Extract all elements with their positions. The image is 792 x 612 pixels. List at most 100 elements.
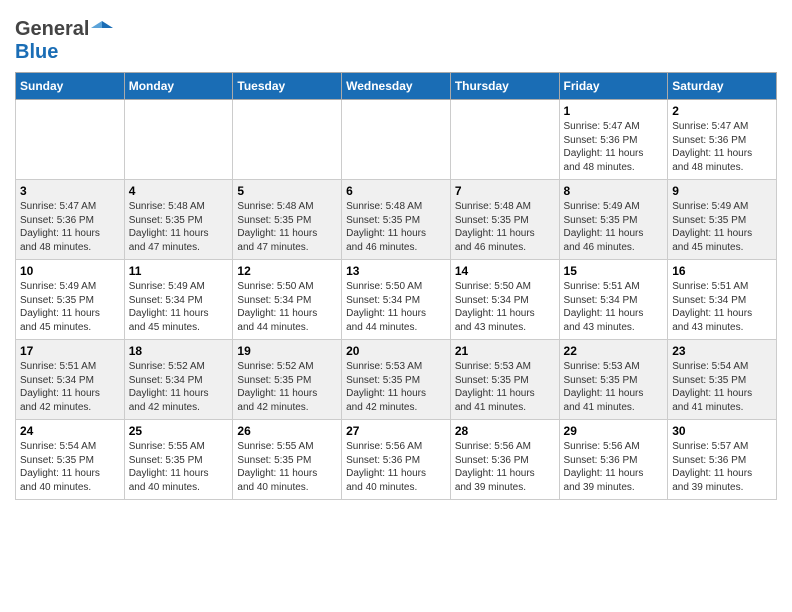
day-number: 14 xyxy=(455,264,555,278)
calendar-week-row: 1 Sunrise: 5:47 AM Sunset: 5:36 PM Daylig… xyxy=(16,100,777,180)
day-number: 27 xyxy=(346,424,446,438)
day-number: 22 xyxy=(564,344,664,358)
calendar-cell: 2 Sunrise: 5:47 AM Sunset: 5:36 PM Daylig… xyxy=(668,100,777,180)
calendar-cell: 6 Sunrise: 5:48 AM Sunset: 5:35 PM Daylig… xyxy=(342,180,451,260)
day-number: 24 xyxy=(20,424,120,438)
day-number: 9 xyxy=(672,184,772,198)
day-number: 17 xyxy=(20,344,120,358)
calendar-cell: 16 Sunrise: 5:51 AM Sunset: 5:34 PM Dayli… xyxy=(668,260,777,340)
day-number: 3 xyxy=(20,184,120,198)
calendar-week-row: 24 Sunrise: 5:54 AM Sunset: 5:35 PM Dayli… xyxy=(16,420,777,500)
calendar-cell: 27 Sunrise: 5:56 AM Sunset: 5:36 PM Dayli… xyxy=(342,420,451,500)
calendar-cell: 9 Sunrise: 5:49 AM Sunset: 5:35 PM Daylig… xyxy=(668,180,777,260)
day-number: 28 xyxy=(455,424,555,438)
weekday-header: Wednesday xyxy=(342,73,451,100)
weekday-header: Sunday xyxy=(16,73,125,100)
day-detail: Sunrise: 5:55 AM Sunset: 5:35 PM Dayligh… xyxy=(237,440,337,494)
day-number: 2 xyxy=(672,104,772,118)
day-detail: Sunrise: 5:54 AM Sunset: 5:35 PM Dayligh… xyxy=(20,440,120,494)
logo-bird-icon xyxy=(91,18,113,40)
logo-blue-text: Blue xyxy=(15,41,58,63)
day-detail: Sunrise: 5:47 AM Sunset: 5:36 PM Dayligh… xyxy=(564,120,664,174)
day-number: 5 xyxy=(237,184,337,198)
calendar-cell xyxy=(233,100,342,180)
calendar-cell: 8Sunrise: 5:49 AM Sunset: 5:35 PM Daylig… xyxy=(559,180,668,260)
calendar-cell: 13 Sunrise: 5:50 AM Sunset: 5:34 PM Dayli… xyxy=(342,260,451,340)
day-number: 6 xyxy=(346,184,446,198)
day-detail: Sunrise: 5:56 AM Sunset: 5:36 PM Dayligh… xyxy=(455,440,555,494)
day-detail: Sunrise: 5:55 AM Sunset: 5:35 PM Dayligh… xyxy=(129,440,229,494)
day-number: 13 xyxy=(346,264,446,278)
day-detail: Sunrise: 5:53 AM Sunset: 5:35 PM Dayligh… xyxy=(455,360,555,414)
calendar-cell: 7 Sunrise: 5:48 AM Sunset: 5:35 PM Daylig… xyxy=(450,180,559,260)
day-detail: Sunrise: 5:49 AM Sunset: 5:35 PM Dayligh… xyxy=(564,200,664,254)
day-number: 15 xyxy=(564,264,664,278)
calendar-cell: 3 Sunrise: 5:47 AM Sunset: 5:36 PM Daylig… xyxy=(16,180,125,260)
day-detail: Sunrise: 5:49 AM Sunset: 5:35 PM Dayligh… xyxy=(20,280,120,334)
calendar-table: SundayMondayTuesdayWednesdayThursdayFrid… xyxy=(15,72,777,500)
day-detail: Sunrise: 5:51 AM Sunset: 5:34 PM Dayligh… xyxy=(564,280,664,334)
day-number: 7 xyxy=(455,184,555,198)
calendar-week-row: 3 Sunrise: 5:47 AM Sunset: 5:36 PM Daylig… xyxy=(16,180,777,260)
day-detail: Sunrise: 5:56 AM Sunset: 5:36 PM Dayligh… xyxy=(564,440,664,494)
day-number: 12 xyxy=(237,264,337,278)
calendar-cell xyxy=(450,100,559,180)
day-number: 29 xyxy=(564,424,664,438)
day-detail: Sunrise: 5:47 AM Sunset: 5:36 PM Dayligh… xyxy=(20,200,120,254)
day-number: 10 xyxy=(20,264,120,278)
day-detail: Sunrise: 5:49 AM Sunset: 5:35 PM Dayligh… xyxy=(672,200,772,254)
day-detail: Sunrise: 5:53 AM Sunset: 5:35 PM Dayligh… xyxy=(564,360,664,414)
calendar-cell: 12 Sunrise: 5:50 AM Sunset: 5:34 PM Dayli… xyxy=(233,260,342,340)
weekday-header: Monday xyxy=(124,73,233,100)
weekday-header: Friday xyxy=(559,73,668,100)
day-detail: Sunrise: 5:52 AM Sunset: 5:34 PM Dayligh… xyxy=(129,360,229,414)
day-detail: Sunrise: 5:52 AM Sunset: 5:35 PM Dayligh… xyxy=(237,360,337,414)
day-number: 11 xyxy=(129,264,229,278)
logo-general-text: General xyxy=(15,18,89,41)
day-number: 25 xyxy=(129,424,229,438)
weekday-header: Tuesday xyxy=(233,73,342,100)
calendar-cell: 17 Sunrise: 5:51 AM Sunset: 5:34 PM Dayli… xyxy=(16,340,125,420)
calendar-cell: 19 Sunrise: 5:52 AM Sunset: 5:35 PM Dayli… xyxy=(233,340,342,420)
day-detail: Sunrise: 5:48 AM Sunset: 5:35 PM Dayligh… xyxy=(237,200,337,254)
calendar-cell: 15 Sunrise: 5:51 AM Sunset: 5:34 PM Dayli… xyxy=(559,260,668,340)
calendar-cell: 4 Sunrise: 5:48 AM Sunset: 5:35 PM Daylig… xyxy=(124,180,233,260)
day-number: 18 xyxy=(129,344,229,358)
day-number: 4 xyxy=(129,184,229,198)
day-number: 26 xyxy=(237,424,337,438)
calendar-cell xyxy=(16,100,125,180)
day-number: 19 xyxy=(237,344,337,358)
day-detail: Sunrise: 5:57 AM Sunset: 5:36 PM Dayligh… xyxy=(672,440,772,494)
day-number: 21 xyxy=(455,344,555,358)
day-detail: Sunrise: 5:50 AM Sunset: 5:34 PM Dayligh… xyxy=(455,280,555,334)
day-detail: Sunrise: 5:47 AM Sunset: 5:36 PM Dayligh… xyxy=(672,120,772,174)
calendar-header-row: SundayMondayTuesdayWednesdayThursdayFrid… xyxy=(16,73,777,100)
day-detail: Sunrise: 5:51 AM Sunset: 5:34 PM Dayligh… xyxy=(672,280,772,334)
calendar-cell: 28 Sunrise: 5:56 AM Sunset: 5:36 PM Dayli… xyxy=(450,420,559,500)
day-number: 1 xyxy=(564,104,664,118)
calendar-week-row: 10 Sunrise: 5:49 AM Sunset: 5:35 PM Dayli… xyxy=(16,260,777,340)
calendar-cell xyxy=(342,100,451,180)
day-detail: Sunrise: 5:53 AM Sunset: 5:35 PM Dayligh… xyxy=(346,360,446,414)
logo: General Blue xyxy=(15,18,113,64)
day-detail: Sunrise: 5:48 AM Sunset: 5:35 PM Dayligh… xyxy=(455,200,555,254)
day-number: 20 xyxy=(346,344,446,358)
calendar-cell xyxy=(124,100,233,180)
calendar-cell: 11Sunrise: 5:49 AM Sunset: 5:34 PM Dayli… xyxy=(124,260,233,340)
calendar-cell: 29 Sunrise: 5:56 AM Sunset: 5:36 PM Dayli… xyxy=(559,420,668,500)
day-detail: Sunrise: 5:48 AM Sunset: 5:35 PM Dayligh… xyxy=(346,200,446,254)
weekday-header: Thursday xyxy=(450,73,559,100)
day-detail: Sunrise: 5:56 AM Sunset: 5:36 PM Dayligh… xyxy=(346,440,446,494)
day-detail: Sunrise: 5:51 AM Sunset: 5:34 PM Dayligh… xyxy=(20,360,120,414)
day-detail: Sunrise: 5:50 AM Sunset: 5:34 PM Dayligh… xyxy=(237,280,337,334)
day-detail: Sunrise: 5:48 AM Sunset: 5:35 PM Dayligh… xyxy=(129,200,229,254)
calendar-cell: 14 Sunrise: 5:50 AM Sunset: 5:34 PM Dayli… xyxy=(450,260,559,340)
calendar-cell: 30Sunrise: 5:57 AM Sunset: 5:36 PM Dayli… xyxy=(668,420,777,500)
day-number: 16 xyxy=(672,264,772,278)
calendar-cell: 1 Sunrise: 5:47 AM Sunset: 5:36 PM Daylig… xyxy=(559,100,668,180)
calendar-cell: 20 Sunrise: 5:53 AM Sunset: 5:35 PM Dayli… xyxy=(342,340,451,420)
calendar-cell: 10 Sunrise: 5:49 AM Sunset: 5:35 PM Dayli… xyxy=(16,260,125,340)
calendar-cell: 5 Sunrise: 5:48 AM Sunset: 5:35 PM Daylig… xyxy=(233,180,342,260)
weekday-header: Saturday xyxy=(668,73,777,100)
day-detail: Sunrise: 5:50 AM Sunset: 5:34 PM Dayligh… xyxy=(346,280,446,334)
